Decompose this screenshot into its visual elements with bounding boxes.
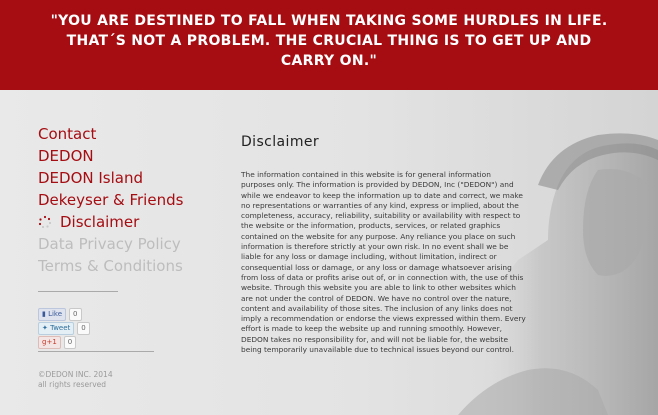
footer-copyright: ©DEDON INC. 2014 all rights reserved	[38, 370, 113, 390]
gplus-count: 0	[63, 336, 77, 349]
sidebar-nav: Contact DEDON DEDON Island Dekeyser & Fr…	[38, 123, 183, 277]
sun-dots-icon	[38, 215, 52, 229]
nav-item-dedon-island[interactable]: DEDON Island	[38, 167, 183, 189]
twitter-icon: ✦	[42, 324, 51, 332]
nav-item-label: Data Privacy Policy	[38, 235, 181, 253]
gplus-button[interactable]: g+1	[38, 336, 61, 349]
banner-quote: "YOU ARE DESTINED TO FALL WHEN TAKING SO…	[50, 13, 608, 69]
nav-item-contact[interactable]: Contact	[38, 123, 183, 145]
nav-item-label: Disclaimer	[60, 213, 140, 231]
nav-item-dedon[interactable]: DEDON	[38, 145, 183, 167]
nav-item-disclaimer[interactable]: Disclaimer	[38, 211, 183, 233]
nav-item-terms-conditions[interactable]: Terms & Conditions	[38, 255, 183, 277]
nav-item-label: DEDON Island	[38, 169, 143, 187]
nav-item-label: DEDON	[38, 147, 94, 165]
nav-item-label: Contact	[38, 125, 97, 143]
nav-item-label: Terms & Conditions	[38, 257, 183, 275]
nav-item-label: Dekeyser & Friends	[38, 191, 184, 209]
disclaimer-body: The information contained in this websit…	[241, 170, 526, 355]
page-title: Disclaimer	[241, 134, 320, 150]
nav-item-dekeyser-friends[interactable]: Dekeyser & Friends	[38, 189, 183, 211]
nav-item-data-privacy-policy[interactable]: Data Privacy Policy	[38, 233, 183, 255]
gplus-widget: g+1 0	[38, 332, 77, 351]
quote-banner: "YOU ARE DESTINED TO FALL WHEN TAKING SO…	[0, 0, 658, 90]
tweet-count: 0	[77, 322, 90, 335]
rights-text: all rights reserved	[38, 380, 107, 389]
copyright-text: ©DEDON INC. 2014	[38, 370, 113, 379]
main-content-area: Contact DEDON DEDON Island Dekeyser & Fr…	[0, 90, 658, 415]
divider	[38, 351, 154, 352]
divider	[38, 291, 118, 292]
